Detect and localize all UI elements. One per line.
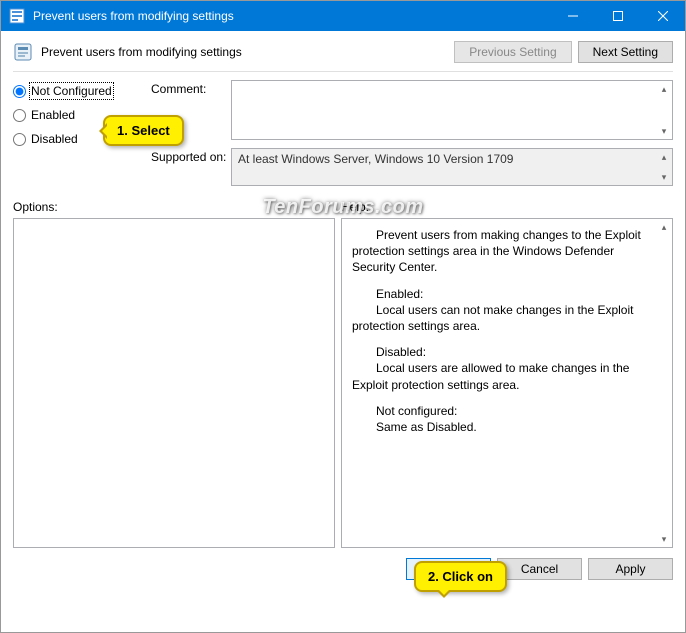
scroll-down-icon[interactable]: ▾ [656,531,672,547]
cancel-button[interactable]: Cancel [497,558,582,580]
header: Prevent users from modifying settings Pr… [1,31,685,71]
policy-icon [9,8,25,24]
scroll-up-icon[interactable]: ▴ [656,219,672,235]
scroll-up-icon: ▴ [656,149,672,165]
help-text: Local users are allowed to make changes … [352,360,652,392]
help-text: Local users can not make changes in the … [352,302,652,334]
titlebar: Prevent users from modifying settings [1,1,685,31]
help-text: Same as Disabled. [352,419,652,435]
scrollbar[interactable]: ▴ ▾ [656,219,672,547]
comment-input[interactable]: ▴ ▾ [231,80,673,140]
radio-enabled-input[interactable] [13,109,26,122]
footer: OK Cancel Apply [1,548,685,590]
options-label: Options: [13,200,341,214]
help-text: Prevent users from making changes to the… [352,227,652,276]
next-setting-button[interactable]: Next Setting [578,41,673,63]
help-content: Prevent users from making changes to the… [352,227,652,435]
radio-disabled-label: Disabled [31,132,78,146]
help-pane: Prevent users from making changes to the… [341,218,673,548]
scrollbar[interactable]: ▴ ▾ [656,81,672,139]
supported-value: At least Windows Server, Windows 10 Vers… [231,148,673,186]
divider [13,71,673,72]
scroll-up-icon[interactable]: ▴ [656,81,672,97]
options-pane [13,218,335,548]
help-text: Disabled: [352,344,652,360]
close-button[interactable] [640,1,685,31]
radio-enabled-label: Enabled [31,108,75,122]
annotation-select: 1. Select [103,115,184,146]
radio-not-configured-input[interactable] [13,85,26,98]
help-text: Enabled: [352,286,652,302]
radio-not-configured[interactable]: Not Configured [13,84,143,98]
radio-not-configured-label: Not Configured [31,84,112,98]
supported-label: Supported on: [151,148,231,186]
page-title: Prevent users from modifying settings [41,45,454,59]
supported-text: At least Windows Server, Windows 10 Vers… [238,152,513,166]
window-controls [550,1,685,31]
maximize-button[interactable] [595,1,640,31]
scroll-down-icon: ▾ [656,169,672,185]
radio-disabled-input[interactable] [13,133,26,146]
scrollbar: ▴ ▾ [656,149,672,185]
apply-button[interactable]: Apply [588,558,673,580]
settings-icon [13,42,33,62]
help-label: Help: [341,200,369,214]
previous-setting-button: Previous Setting [454,41,571,63]
scroll-down-icon[interactable]: ▾ [656,123,672,139]
help-text: Not configured: [352,403,652,419]
minimize-button[interactable] [550,1,595,31]
window-title: Prevent users from modifying settings [33,9,550,23]
annotation-click: 2. Click on [414,561,507,592]
